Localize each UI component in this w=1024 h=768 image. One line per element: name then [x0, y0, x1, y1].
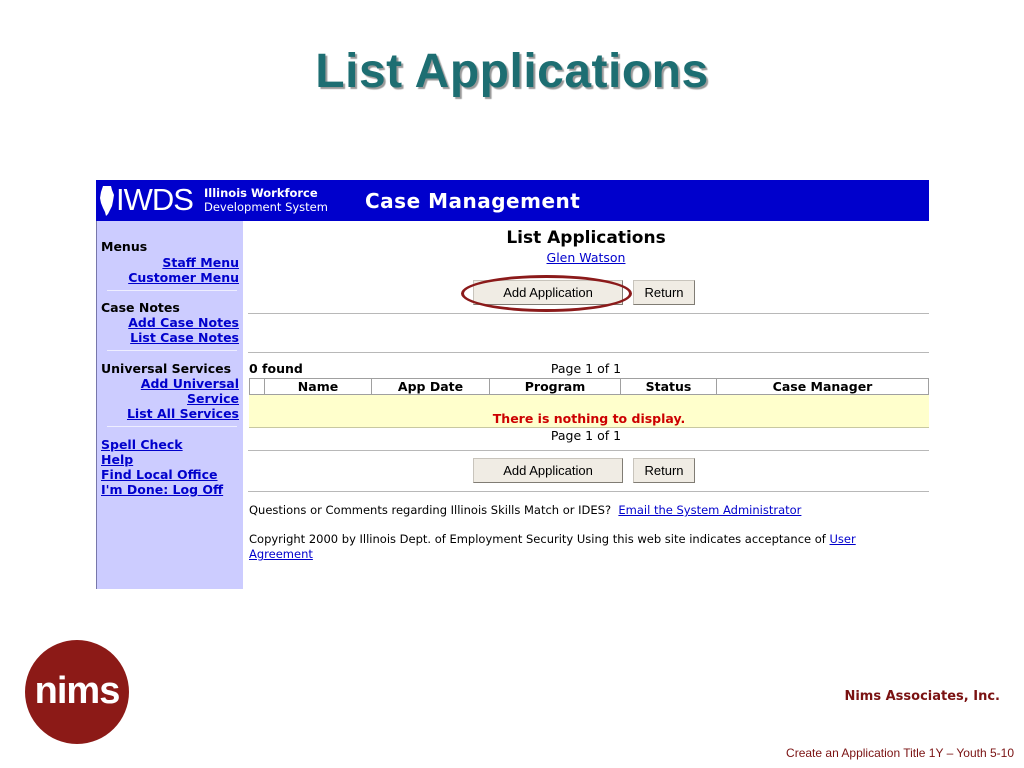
- table-header: Name App Date Program Status Case Manage…: [249, 378, 929, 395]
- company-name: Nims Associates, Inc.: [844, 689, 1000, 704]
- sidebar-link-list-all-services[interactable]: List All Services: [127, 406, 239, 421]
- slide-footer: Create an Application Title 1Y – Youth 5…: [786, 746, 1014, 760]
- email-admin-link[interactable]: Email the System Administrator: [618, 503, 801, 517]
- questions-line: Questions or Comments regarding Illinois…: [249, 503, 801, 517]
- page-title: List Applications: [506, 228, 666, 248]
- column-header-status[interactable]: Status: [620, 379, 716, 394]
- sidebar-link-add-universal-service[interactable]: Add Universal: [141, 376, 239, 391]
- app-banner: IWDS Illinois Workforce Development Syst…: [96, 180, 929, 221]
- sidebar-link-add-case-notes[interactable]: Add Case Notes: [128, 315, 239, 330]
- return-button[interactable]: Return: [633, 280, 695, 305]
- sidebar-link-customer-menu[interactable]: Customer Menu: [128, 270, 239, 285]
- highlight-ellipse: [461, 275, 632, 312]
- column-header-case-manager[interactable]: Case Manager: [716, 379, 928, 394]
- sidebar-divider: [107, 290, 237, 291]
- questions-text: Questions or Comments regarding Illinois…: [249, 503, 612, 517]
- divider: [248, 352, 929, 353]
- divider: [248, 313, 929, 314]
- sidebar-menus-heading: Menus: [101, 239, 148, 254]
- page-info-top: Page 1 of 1: [550, 361, 622, 376]
- page-info-bottom: Page 1 of 1: [550, 428, 622, 443]
- column-header-app-date[interactable]: App Date: [371, 379, 489, 394]
- sidebar: Menus Staff Menu Customer Menu Case Note…: [96, 221, 243, 589]
- customer-name-link[interactable]: Glen Watson: [243, 250, 929, 265]
- return-button-bottom[interactable]: Return: [633, 458, 695, 483]
- system-name-line1: Illinois Workforce: [204, 186, 318, 200]
- divider: [248, 491, 929, 492]
- app-window: IWDS Illinois Workforce Development Syst…: [96, 180, 929, 589]
- slide-title: List Applications: [315, 45, 709, 98]
- iwds-logo: IWDS: [116, 182, 194, 217]
- module-title: Case Management: [365, 189, 581, 213]
- nims-logo-text: nims: [34, 670, 121, 712]
- sidebar-link-list-case-notes[interactable]: List Case Notes: [130, 330, 239, 345]
- illinois-state-icon: [100, 186, 114, 216]
- column-header-name[interactable]: Name: [264, 379, 371, 394]
- column-header-program[interactable]: Program: [489, 379, 620, 394]
- add-application-button-bottom[interactable]: Add Application: [473, 458, 623, 483]
- sidebar-link-spell-check[interactable]: Spell Check: [101, 437, 183, 452]
- empty-message: There is nothing to display.: [492, 411, 686, 426]
- sidebar-link-help[interactable]: Help: [101, 452, 133, 467]
- sidebar-divider: [107, 350, 237, 351]
- sidebar-case-notes-heading: Case Notes: [101, 300, 180, 315]
- sidebar-universal-heading: Universal Services: [101, 361, 232, 376]
- divider: [248, 450, 929, 451]
- nims-logo: nims: [25, 640, 129, 744]
- system-name-line2: Development System: [204, 200, 328, 214]
- sidebar-link-find-local-office[interactable]: Find Local Office: [101, 467, 218, 482]
- empty-row: There is nothing to display.: [249, 395, 929, 428]
- sidebar-divider: [107, 426, 237, 427]
- system-name: Illinois Workforce Development System: [204, 186, 328, 214]
- copyright-line: Copyright 2000 by Illinois Dept. of Empl…: [249, 532, 919, 562]
- sidebar-link-log-off[interactable]: I'm Done: Log Off: [101, 482, 223, 497]
- sidebar-link-staff-menu[interactable]: Staff Menu: [162, 255, 239, 270]
- sidebar-link-add-universal-service-2[interactable]: Service: [187, 391, 239, 406]
- copyright-text: Copyright 2000 by Illinois Dept. of Empl…: [249, 532, 826, 546]
